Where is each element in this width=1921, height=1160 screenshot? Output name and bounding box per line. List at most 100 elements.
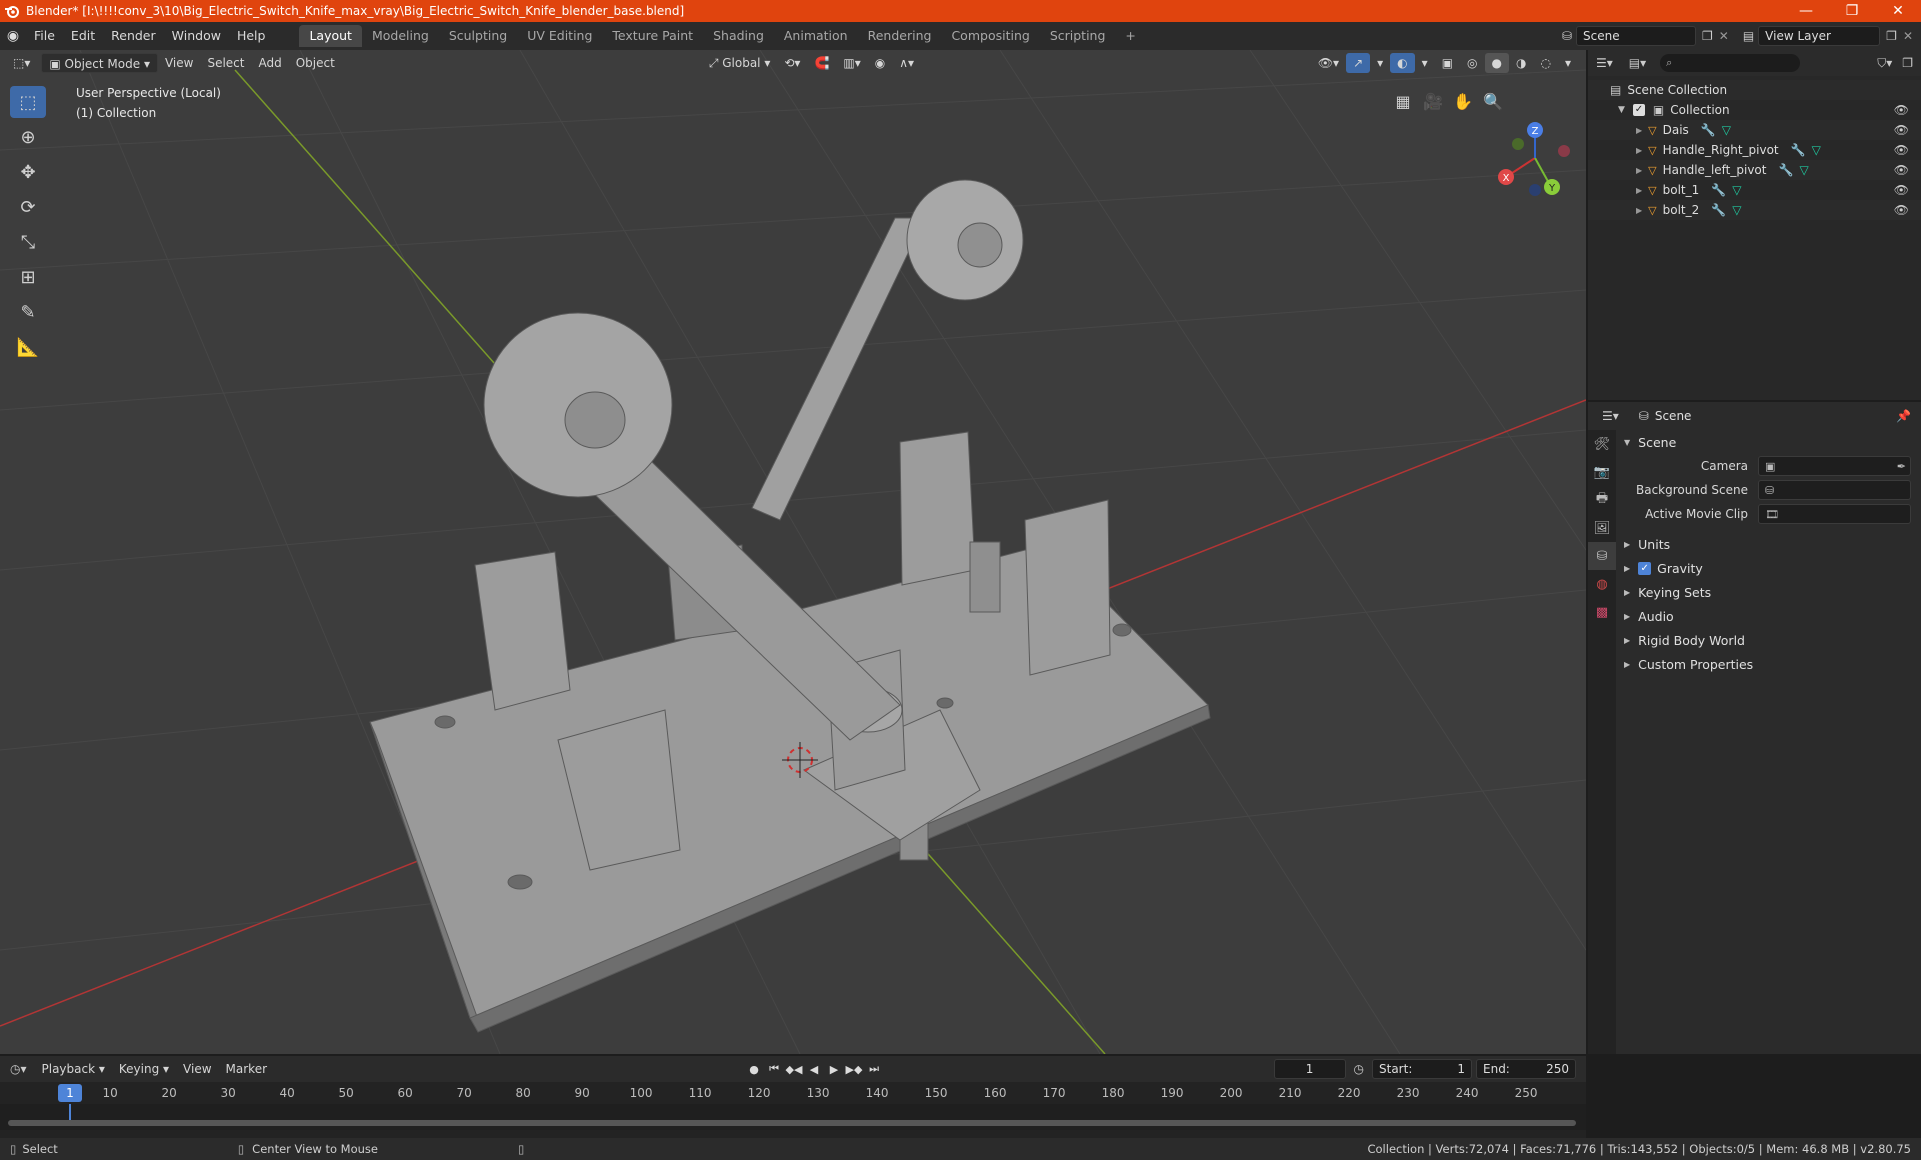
menu-timeline-view[interactable]: View bbox=[176, 1059, 218, 1079]
minimize-button[interactable]: — bbox=[1783, 0, 1829, 22]
start-frame-field[interactable]: Start: 1 bbox=[1372, 1059, 1472, 1079]
playhead-frame[interactable]: 1 bbox=[58, 1084, 82, 1102]
menu-window[interactable]: Window bbox=[164, 25, 229, 47]
menu-file[interactable]: File bbox=[26, 25, 63, 47]
end-frame-field[interactable]: End: 250 bbox=[1476, 1059, 1576, 1079]
jump-end-icon[interactable]: ⏭ bbox=[864, 1059, 884, 1079]
wireframe-shading-icon[interactable]: ◎ bbox=[1460, 53, 1484, 73]
tab-shading[interactable]: Shading bbox=[703, 25, 774, 47]
cursor-icon[interactable]: ⊕ bbox=[10, 121, 46, 153]
menu-add[interactable]: Add bbox=[251, 53, 288, 73]
background-scene-field[interactable]: ⛁ bbox=[1758, 480, 1911, 500]
timeline-scrollbar[interactable] bbox=[8, 1120, 1576, 1126]
outliner-search-input[interactable]: ⌕ bbox=[1660, 54, 1801, 72]
rendered-shading-icon[interactable]: ◌ bbox=[1533, 53, 1557, 73]
view-layer-field[interactable]: View Layer bbox=[1758, 26, 1881, 46]
overlay-dropdown-icon[interactable]: ▾ bbox=[1415, 53, 1435, 73]
scene-icon[interactable]: ⛁ bbox=[1562, 29, 1572, 43]
panel-scene[interactable]: ▼ Scene bbox=[1618, 430, 1921, 454]
expand-icon[interactable]: ▶ bbox=[1636, 146, 1642, 155]
add-workspace-button[interactable]: + bbox=[1115, 25, 1145, 47]
menu-render[interactable]: Render bbox=[103, 25, 164, 47]
panel-custom-properties[interactable]: ▶ Custom Properties bbox=[1618, 652, 1921, 676]
expand-icon[interactable]: ▶ bbox=[1636, 126, 1642, 135]
gizmo-dropdown-icon[interactable]: ▾ bbox=[1370, 53, 1390, 73]
zoom-icon[interactable]: 🔍 bbox=[1478, 86, 1508, 116]
render-props-icon[interactable]: 📷 bbox=[1588, 458, 1616, 486]
select-box-icon[interactable]: ⬚ bbox=[10, 86, 46, 118]
record-icon[interactable]: ● bbox=[744, 1059, 764, 1079]
outliner-row-object[interactable]: ▶ ▽ Handle_left_pivot 🔧 ▽ 👁 bbox=[1588, 160, 1921, 180]
snap-icon[interactable]: 🧲 bbox=[807, 53, 836, 73]
eye-icon[interactable]: 👁 bbox=[1894, 183, 1909, 197]
visibility-icon[interactable]: 👁▾ bbox=[1311, 53, 1346, 73]
pan-hand-icon[interactable]: ✋ bbox=[1448, 86, 1478, 116]
shading-dropdown-icon[interactable]: ▾ bbox=[1558, 53, 1578, 73]
new-view-layer-icon[interactable]: ❐ bbox=[1886, 29, 1897, 43]
tab-sculpting[interactable]: Sculpting bbox=[439, 25, 517, 47]
menu-marker[interactable]: Marker bbox=[219, 1059, 274, 1079]
transform-icon[interactable]: ⊞ bbox=[10, 261, 46, 293]
tab-rendering[interactable]: Rendering bbox=[858, 25, 942, 47]
active-movie-clip-field[interactable]: 🎞 bbox=[1758, 504, 1911, 524]
menu-playback[interactable]: Playback ▾ bbox=[35, 1059, 112, 1079]
expand-icon[interactable]: ▼ bbox=[1618, 105, 1625, 115]
menu-select[interactable]: Select bbox=[200, 53, 251, 73]
pivot-point-icon[interactable]: ⟲▾ bbox=[777, 53, 807, 73]
gravity-checkbox[interactable]: ✓ bbox=[1638, 561, 1652, 575]
rotate-icon[interactable]: ⟳ bbox=[10, 191, 46, 223]
eye-icon[interactable]: 👁 bbox=[1894, 163, 1909, 177]
filter-icon[interactable]: ⛉▾ bbox=[1877, 56, 1892, 71]
expand-icon[interactable]: ▶ bbox=[1636, 206, 1642, 215]
eye-icon[interactable]: 👁 bbox=[1894, 143, 1909, 157]
menu-help[interactable]: Help bbox=[229, 25, 274, 47]
properties-editor-icon[interactable]: ☰▾ bbox=[1602, 409, 1619, 423]
delete-view-layer-icon[interactable]: ✕ bbox=[1903, 29, 1913, 43]
pin-icon[interactable]: 📌 bbox=[1896, 409, 1911, 423]
blender-menu-icon[interactable]: ◉ bbox=[0, 28, 26, 44]
clock-icon[interactable]: ◷ bbox=[1354, 1062, 1364, 1076]
material-shading-icon[interactable]: ◑ bbox=[1509, 53, 1533, 73]
view-layer-icon[interactable]: ▤ bbox=[1743, 29, 1754, 43]
eye-icon[interactable]: 👁 bbox=[1894, 103, 1909, 117]
texture-props-icon[interactable]: ▩ bbox=[1588, 598, 1616, 626]
annotate-icon[interactable]: ✎ bbox=[10, 296, 46, 328]
view-layer-props-icon[interactable]: 🖼 bbox=[1588, 514, 1616, 542]
editor-type-icon[interactable]: ⬚▾ bbox=[6, 53, 37, 73]
eye-icon[interactable]: 👁 bbox=[1894, 123, 1909, 137]
output-props-icon[interactable]: 🖶 bbox=[1588, 486, 1616, 514]
move-icon[interactable]: ✥ bbox=[10, 156, 46, 188]
solid-shading-icon[interactable]: ● bbox=[1484, 53, 1509, 73]
tab-layout[interactable]: Layout bbox=[299, 25, 362, 47]
scale-icon[interactable]: ⤡ bbox=[10, 226, 46, 258]
eyedropper-icon[interactable]: ✒ bbox=[1897, 460, 1906, 473]
close-window-button[interactable]: ✕ bbox=[1875, 0, 1921, 22]
tab-compositing[interactable]: Compositing bbox=[941, 25, 1039, 47]
play-reverse-icon[interactable]: ◀ bbox=[804, 1059, 824, 1079]
checkbox-icon[interactable]: ✓ bbox=[1632, 104, 1645, 116]
outliner-editor-icon[interactable]: ☰▾ bbox=[1596, 56, 1613, 70]
maximize-button[interactable]: ❐ bbox=[1829, 0, 1875, 22]
expand-icon[interactable]: ▶ bbox=[1636, 166, 1642, 175]
outliner-row-object[interactable]: ▶ ▽ Handle_Right_pivot 🔧 ▽ 👁 bbox=[1588, 140, 1921, 160]
menu-object[interactable]: Object bbox=[289, 53, 342, 73]
next-keyframe-icon[interactable]: ▶◆ bbox=[844, 1059, 864, 1079]
tab-texture-paint[interactable]: Texture Paint bbox=[602, 25, 703, 47]
prev-keyframe-icon[interactable]: ◆◀ bbox=[784, 1059, 804, 1079]
menu-view[interactable]: View bbox=[158, 53, 200, 73]
proportional-edit-icon[interactable]: ◉ bbox=[868, 53, 892, 73]
mode-dropdown[interactable]: ▣ Object Mode ▾ bbox=[41, 53, 158, 73]
tab-scripting[interactable]: Scripting bbox=[1040, 25, 1116, 47]
outliner-row-scene-collection[interactable]: ▤ Scene Collection bbox=[1588, 80, 1921, 100]
timeline-track[interactable] bbox=[0, 1104, 1586, 1130]
measure-icon[interactable]: 📐 bbox=[10, 331, 46, 363]
overlay-toggle-icon[interactable]: ◐ bbox=[1390, 53, 1415, 73]
camera-field[interactable]: ▣ ✒ bbox=[1758, 456, 1911, 476]
panel-units[interactable]: ▶ Units bbox=[1618, 532, 1921, 556]
menu-edit[interactable]: Edit bbox=[63, 25, 103, 47]
snap-target-icon[interactable]: ▥▾ bbox=[836, 53, 867, 73]
world-props-icon[interactable]: ◍ bbox=[1588, 570, 1616, 598]
panel-keying-sets[interactable]: ▶ Keying Sets bbox=[1618, 580, 1921, 604]
play-icon[interactable]: ▶ bbox=[824, 1059, 844, 1079]
outliner-row-object[interactable]: ▶ ▽ Dais 🔧 ▽ 👁 bbox=[1588, 120, 1921, 140]
